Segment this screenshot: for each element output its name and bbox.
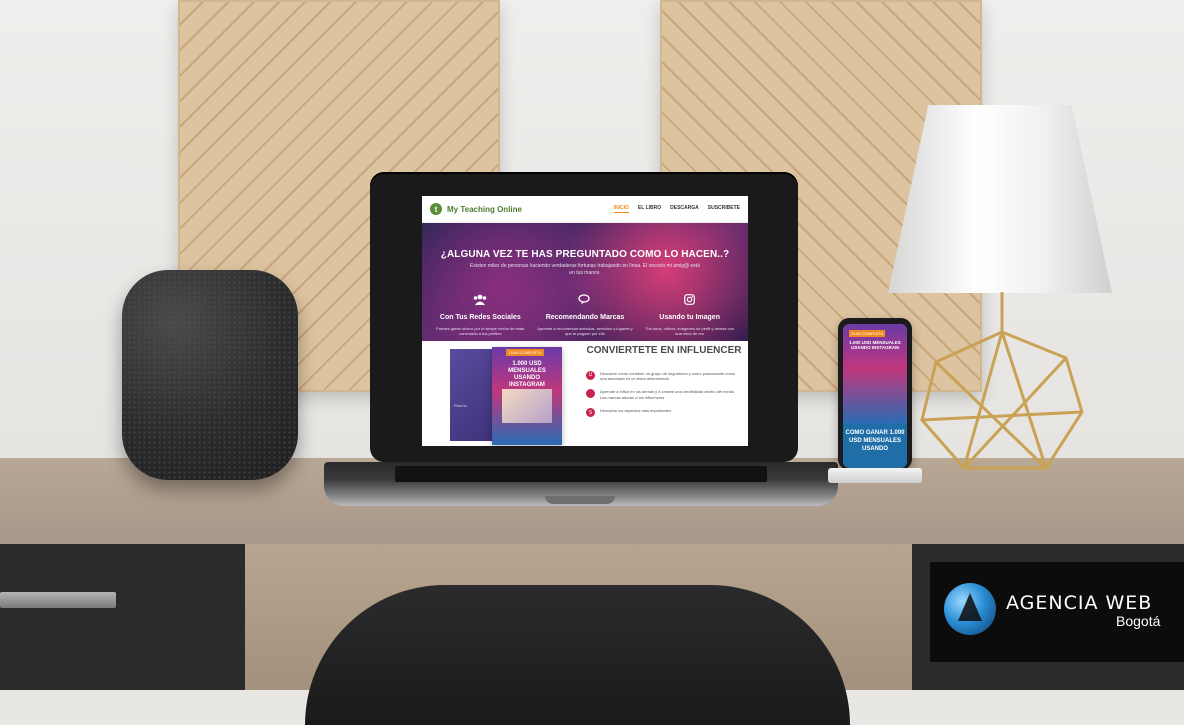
nav-item-inicio[interactable]: INICIO bbox=[613, 205, 629, 213]
lamp-base bbox=[920, 292, 1084, 470]
phone-cta-banner[interactable]: COMO GANAR 1.000 USD MENSUALES USANDO bbox=[843, 424, 907, 468]
phone-book-cover: GUIA COMPLETA 1.000 USD MENSUALES USANDO… bbox=[843, 324, 907, 424]
hero-subtitle: Existen miles de personas haciendo verda… bbox=[470, 263, 700, 276]
bullet-icon: S bbox=[586, 408, 595, 418]
agency-logo-icon bbox=[944, 583, 996, 635]
bullet-text: Descubre los aspectos más importantes bbox=[600, 408, 672, 414]
brand-logo-icon: t bbox=[430, 203, 442, 215]
feature-title: Usando tu Imagen bbox=[659, 314, 720, 321]
nav-item-suscribete[interactable]: SUSCRIBETE bbox=[708, 205, 740, 213]
feature-text: Puedes ganar dinero por el simple hecho … bbox=[436, 326, 525, 337]
drawer-left bbox=[0, 544, 245, 690]
phone-book-title: 1.000 USD MENSUALES USANDO INSTAGRAM bbox=[849, 340, 901, 350]
feature-text: Tus fotos, videos, imágenes de perfil y … bbox=[645, 326, 735, 337]
nav-menu: INICIO EL LIBRO DESCARGA SUSCRIBETE bbox=[613, 205, 740, 213]
book-image: Para tu GUIA COMPLETA 1.000 USD MENSUALE… bbox=[422, 341, 582, 446]
book-title: 1.000 USD MENSUALES USANDO INSTAGRAM bbox=[508, 361, 546, 388]
book-front-cover: GUIA COMPLETA 1.000 USD MENSUALES USANDO… bbox=[492, 347, 562, 445]
bullet-text: Descubre como construir un grupo de segu… bbox=[600, 370, 736, 381]
phone-stand bbox=[828, 468, 922, 483]
list-item: Aprende a influir en los demás y a crear… bbox=[586, 389, 742, 400]
drawer-handle bbox=[0, 592, 116, 608]
brand-name: My Teaching Online bbox=[447, 204, 522, 214]
agency-name: AGENCIA WEB bbox=[1006, 592, 1153, 614]
instagram-icon bbox=[642, 294, 738, 306]
book-back-cover: Para tu bbox=[450, 349, 498, 441]
section-title: CONVIERTETE EN INFLUENCER bbox=[586, 345, 742, 356]
phone-book-badge: GUIA COMPLETA bbox=[849, 330, 886, 337]
book-back-text: Para tu bbox=[454, 403, 467, 408]
laptop-keyboard bbox=[395, 466, 767, 482]
feature-title: Con Tus Redes Sociales bbox=[439, 314, 521, 321]
nav-item-el-libro[interactable]: EL LIBRO bbox=[638, 205, 661, 213]
nav-item-descarga[interactable]: DESCARGA bbox=[670, 205, 699, 213]
bullet-icon bbox=[586, 389, 595, 399]
influencer-text: CONVIERTETE EN INFLUENCER U Descubre com… bbox=[582, 341, 748, 446]
smart-speaker bbox=[122, 270, 298, 480]
site-brand[interactable]: t My Teaching Online bbox=[430, 203, 522, 215]
website-screen: t My Teaching Online INICIO EL LIBRO DES… bbox=[422, 196, 748, 446]
list-item: U Descubre como construir un grupo de se… bbox=[586, 370, 742, 382]
bullet-icon: U bbox=[586, 370, 595, 380]
bullet-text: Aprende a influir en los demás y a crear… bbox=[600, 389, 736, 400]
chat-icon bbox=[537, 294, 633, 306]
influencer-section: Para tu GUIA COMPLETA 1.000 USD MENSUALE… bbox=[422, 341, 748, 446]
users-icon bbox=[432, 294, 528, 306]
feature-item: Con Tus Redes Sociales Puedes ganar dine… bbox=[432, 294, 528, 336]
book-photo bbox=[502, 389, 552, 423]
book-badge: GUIA COMPLETA bbox=[506, 349, 545, 356]
feature-item: Usando tu Imagen Tus fotos, videos, imág… bbox=[642, 294, 738, 336]
list-item: S Descubre los aspectos más importantes bbox=[586, 408, 742, 418]
chair-back bbox=[305, 585, 850, 725]
site-navbar: t My Teaching Online INICIO EL LIBRO DES… bbox=[422, 196, 748, 223]
hero-section: ¿ALGUNA VEZ TE HAS PREGUNTADO COMO LO HA… bbox=[422, 223, 748, 341]
feature-title: Recomendando Marcas bbox=[545, 314, 625, 321]
phone-screen: GUIA COMPLETA 1.000 USD MENSUALES USANDO… bbox=[843, 324, 907, 468]
agency-city: Bogotá bbox=[1116, 613, 1161, 629]
hero-title: ¿ALGUNA VEZ TE HAS PREGUNTADO COMO LO HA… bbox=[440, 249, 730, 260]
feature-text: Aprende a recomendar artículos, servicio… bbox=[537, 326, 633, 337]
feature-item: Recomendando Marcas Aprende a recomendar… bbox=[537, 294, 633, 336]
feature-list: Con Tus Redes Sociales Puedes ganar dine… bbox=[422, 294, 748, 336]
laptop-notch bbox=[545, 496, 615, 504]
